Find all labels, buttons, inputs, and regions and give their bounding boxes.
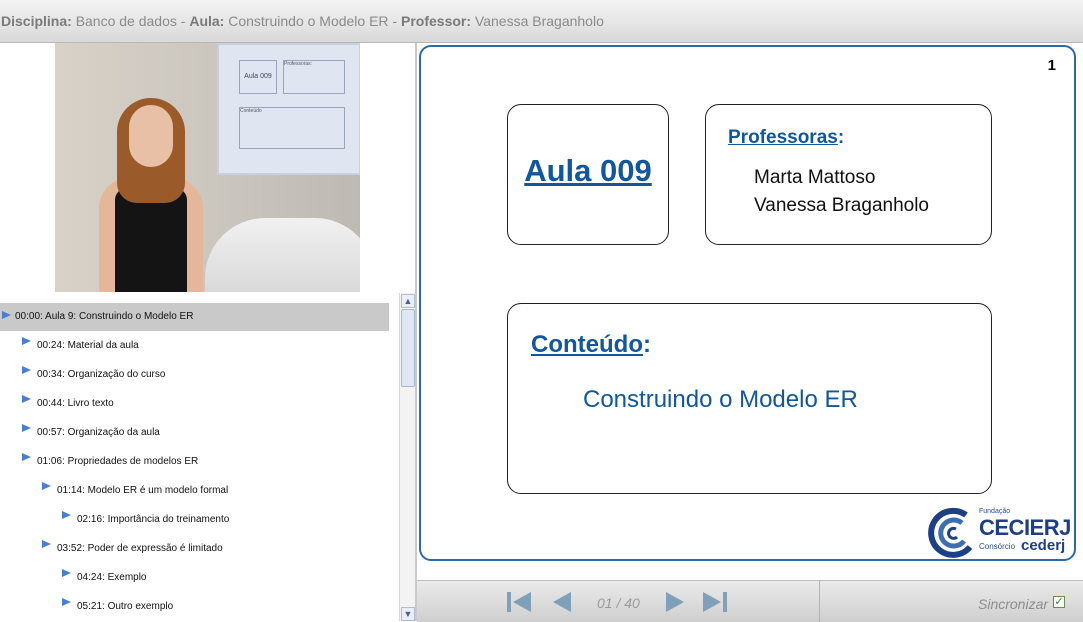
- aula-box: Aula 009: [507, 104, 669, 245]
- playback-controls: 01 / 40 Sincronizar ✓: [417, 580, 1083, 622]
- aula-label: Aula:: [189, 13, 225, 29]
- colon: :: [837, 127, 845, 148]
- chapter-item[interactable]: 00:57: Organização da aula: [22, 424, 160, 442]
- professoras-box: Professoras: Marta Mattoso Vanessa Braga…: [705, 104, 992, 245]
- disciplina-label: Disciplina:: [1, 13, 72, 29]
- video-player[interactable]: Aula 009 Professoras: Conteúdo: [55, 43, 360, 292]
- previous-slide-button[interactable]: [549, 589, 577, 615]
- chapter-label: 01:06: Propriedades de modelos ER: [37, 456, 199, 467]
- sync-checkbox[interactable]: ✓: [1053, 596, 1065, 608]
- arrow-icon: [42, 540, 51, 549]
- arrow-icon: [62, 511, 71, 520]
- chapter-item[interactable]: 03:52: Poder de expressão é limitado: [42, 540, 223, 558]
- professor-name: Vanessa Braganholo: [754, 195, 929, 216]
- chapter-label: 03:52: Poder de expressão é limitado: [57, 543, 223, 554]
- title-bar: Disciplina: Banco de dados - Aula: Const…: [0, 0, 1083, 43]
- professoras-heading-text: Professoras: [728, 127, 838, 148]
- skip-last-icon: [703, 592, 727, 612]
- presenter-dress: [115, 188, 187, 292]
- chapter-item[interactable]: 00:34: Organização do curso: [22, 366, 165, 384]
- chapter-label: 01:14: Modelo ER é um modelo formal: [57, 485, 229, 496]
- chapter-item[interactable]: 01:06: Propriedades de modelos ER: [22, 453, 198, 471]
- logo-fundacao: Fundação: [979, 508, 1011, 515]
- arrow-icon: [22, 395, 31, 404]
- conteudo-box: Conteúdo: Construindo o Modelo ER: [507, 303, 992, 494]
- separator: -: [388, 13, 401, 29]
- chapter-label: 00:24: Material da aula: [37, 340, 139, 351]
- logo-cederj: cederj: [1021, 537, 1066, 554]
- control-separator: [819, 581, 820, 622]
- chapter-label: 02:16: Importância do treinamento: [77, 514, 230, 525]
- checkmark-icon: ✓: [1054, 596, 1064, 608]
- scroll-thumb[interactable]: [401, 309, 415, 387]
- previous-icon: [553, 592, 571, 612]
- next-slide-button[interactable]: [660, 589, 688, 615]
- chapter-label: 00:57: Organização da aula: [37, 427, 160, 438]
- cecierj-swirl-icon: [928, 507, 973, 558]
- chapter-item[interactable]: 05:21: Outro exemplo: [62, 598, 173, 616]
- chapter-label: 00:00: Aula 9: Construindo o Modelo ER: [15, 311, 194, 322]
- chapter-scrollbar[interactable]: ▲ ▼: [399, 293, 416, 621]
- conteudo-heading-text: Conteúdo: [531, 331, 643, 358]
- disciplina-value: Banco de dados: [75, 13, 177, 29]
- screen-box-conteudo: Conteúdo: [239, 107, 345, 149]
- slide-panel: 1 Aula 009 Professoras: Marta Mattoso Va…: [419, 45, 1076, 561]
- presenter-face: [129, 105, 173, 167]
- first-slide-button[interactable]: [505, 589, 533, 615]
- scroll-down-icon[interactable]: ▼: [401, 607, 415, 621]
- arrow-icon: [22, 453, 31, 462]
- conteudo-heading: Conteúdo:: [531, 331, 651, 359]
- chapter-list: 00:00: Aula 9: Construindo o Modelo ER 0…: [0, 293, 398, 621]
- arrow-icon: [22, 424, 31, 433]
- chapter-label: 00:34: Organização do curso: [37, 369, 166, 380]
- next-icon: [666, 592, 684, 612]
- chapter-label: 04:24: Exemplo: [77, 572, 147, 583]
- scroll-up-icon[interactable]: ▲: [401, 294, 415, 308]
- page-indicator: 01 / 40: [597, 595, 640, 611]
- projection-screen: Aula 009 Professoras: Conteúdo: [217, 43, 360, 175]
- arrow-icon: [62, 569, 71, 578]
- screen-box-aula: Aula 009: [239, 60, 277, 94]
- chapter-label: 00:44: Livro texto: [37, 398, 114, 409]
- podium-shape: [205, 218, 360, 292]
- chapter-item[interactable]: 00:44: Livro texto: [22, 395, 114, 413]
- chapter-label: 05:21: Outro exemplo: [77, 601, 174, 612]
- sync-label: Sincronizar: [978, 596, 1049, 612]
- arrow-icon: [22, 366, 31, 375]
- conteudo-text: Construindo o Modelo ER: [583, 386, 858, 413]
- last-slide-button[interactable]: [701, 589, 729, 615]
- professoras-heading: Professoras:: [728, 127, 844, 149]
- separator: -: [176, 13, 190, 29]
- arrow-icon: [62, 598, 71, 607]
- chapter-item[interactable]: 00:24: Material da aula: [22, 337, 139, 355]
- course-info: Disciplina: Banco de dados - Aula: Const…: [1, 13, 604, 29]
- logo-consorcio: Consórcio: [979, 542, 1016, 551]
- colon: :: [642, 331, 651, 358]
- slide-number: 1: [1047, 57, 1056, 74]
- skip-first-icon: [507, 592, 531, 612]
- professor-label: Professor:: [401, 13, 472, 29]
- cecierj-logo: Fundação CECIERJ Consórcio cederj: [926, 505, 1071, 560]
- arrow-icon: [42, 482, 51, 491]
- professor-value: Vanessa Braganholo: [474, 13, 604, 29]
- chapter-item[interactable]: 00:00: Aula 9: Construindo o Modelo ER: [0, 303, 389, 331]
- panel-divider: [415, 43, 417, 621]
- chapter-item[interactable]: 04:24: Exemplo: [62, 569, 147, 587]
- chapter-item[interactable]: 02:16: Importância do treinamento: [62, 511, 229, 529]
- professor-name: Marta Mattoso: [754, 167, 876, 188]
- chapter-item[interactable]: 01:14: Modelo ER é um modelo formal: [42, 482, 228, 500]
- aula-value: Construindo o Modelo ER: [228, 13, 389, 29]
- arrow-icon: [22, 337, 31, 346]
- aula-title: Aula 009: [524, 153, 652, 188]
- arrow-icon: [2, 311, 11, 320]
- screen-box-professoras: Professoras:: [283, 60, 345, 94]
